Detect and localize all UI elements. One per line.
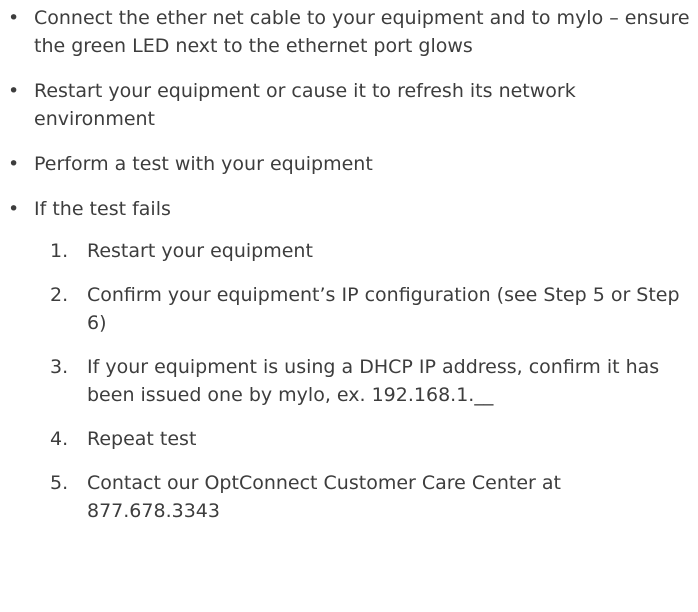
- step-item: 2. Confirm your equipment’s IP configura…: [0, 281, 698, 337]
- instructions-document: • Connect the ether net cable to your eq…: [0, 0, 698, 542]
- step-text: Contact our OptConnect Customer Care Cen…: [87, 472, 561, 522]
- bullet-item-perform-test: • Perform a test with your equipment: [0, 150, 698, 178]
- bullet-text: Restart your equipment or cause it to re…: [34, 80, 576, 130]
- step-number: 1.: [50, 240, 69, 262]
- bullet-text: Perform a test with your equipment: [34, 153, 373, 175]
- step-text: If your equipment is using a DHCP IP add…: [87, 356, 660, 406]
- step-text: Repeat test: [87, 428, 197, 450]
- bullet-marker: •: [8, 80, 20, 102]
- numbered-steps-list: 1. Restart your equipment 2. Confirm you…: [34, 237, 698, 525]
- step-text: Restart your equipment: [87, 240, 313, 262]
- bullet-marker: •: [8, 7, 20, 29]
- bullet-text: Connect the ether net cable to your equi…: [34, 7, 690, 57]
- bullet-marker: •: [8, 153, 20, 175]
- step-text: Confirm your equipment’s IP configuratio…: [87, 284, 680, 334]
- step-number: 3.: [50, 356, 69, 378]
- step-number: 4.: [50, 428, 69, 450]
- step-item: 5. Contact our OptConnect Customer Care …: [0, 469, 698, 525]
- bullet-text: If the test fails: [34, 198, 171, 220]
- bullet-marker: •: [8, 198, 20, 220]
- step-number: 2.: [50, 284, 69, 306]
- step-number: 5.: [50, 472, 69, 494]
- step-item: 4. Repeat test: [0, 425, 698, 453]
- bullet-item-test-fails: • If the test fails 1. Restart your equi…: [0, 195, 698, 525]
- bullet-item-restart: • Restart your equipment or cause it to …: [0, 77, 698, 133]
- bullet-list: • Connect the ether net cable to your eq…: [0, 4, 698, 525]
- bullet-item-connect-cable: • Connect the ether net cable to your eq…: [0, 4, 698, 60]
- step-item: 1. Restart your equipment: [0, 237, 698, 265]
- step-item: 3. If your equipment is using a DHCP IP …: [0, 353, 698, 409]
